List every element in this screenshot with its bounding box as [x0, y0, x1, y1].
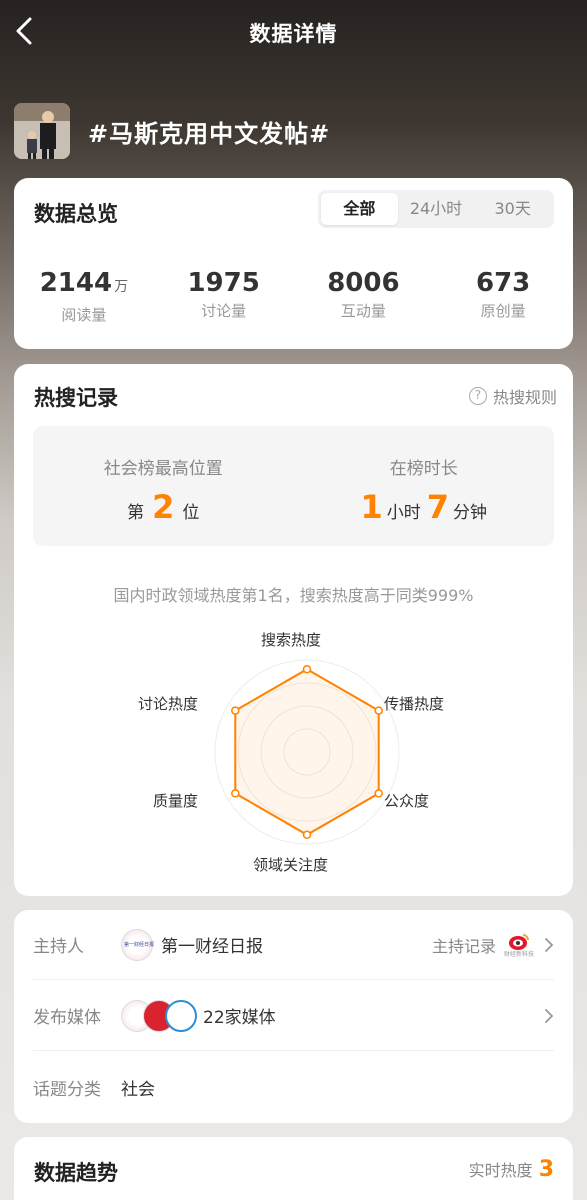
stat-label: 原创量	[480, 302, 526, 320]
radar-label-quality: 质量度	[153, 792, 199, 810]
stat-discussions: 1975 讨论量	[154, 268, 294, 325]
stat-number: 673	[475, 268, 531, 298]
rank-suffix: 位	[182, 503, 200, 523]
media-link[interactable]	[534, 981, 554, 1051]
media-label: 发布媒体	[33, 1008, 101, 1028]
radar-svg	[214, 659, 400, 845]
radar-value-polygon	[234, 668, 380, 836]
live-heat-value: 3	[538, 1157, 554, 1182]
radar-label-discussion: 讨论热度	[138, 695, 199, 713]
stat-reads: 2144 万 阅读量	[14, 268, 154, 325]
stat-number: 1975	[187, 268, 260, 298]
radar-label-domain: 领域关注度	[253, 856, 329, 874]
best-rank-value: 第 2 位	[33, 491, 294, 523]
host-row[interactable]: 主持人 第一财经日报 第一财经日报 主持记录 财经新科技	[33, 910, 554, 980]
duration-value: 1 小时 7 分钟	[294, 491, 555, 523]
hours-unit: 小时	[386, 503, 421, 523]
hot-search-summary: 社会榜最高位置 第 2 位 在榜时长 1 小时 7 分钟	[33, 426, 554, 546]
hot-search-card: 热搜记录 ? 热搜规则 社会榜最高位置 第 2 位 在榜时长 1 小时 7 分钟…	[14, 364, 573, 896]
overview-title: 数据总览	[34, 202, 118, 226]
hot-search-title: 热搜记录	[34, 386, 118, 410]
category-label: 话题分类	[33, 1079, 101, 1100]
host-logo: 第一财经日报	[121, 928, 155, 961]
host-label: 主持人	[33, 937, 84, 957]
best-rank-label: 社会榜最高位置	[103, 459, 223, 479]
best-rank: 社会榜最高位置 第 2 位	[33, 426, 294, 546]
stat-originals: 673 原创量	[433, 268, 573, 325]
stat-value: 1975	[154, 268, 294, 298]
stat-number: 8006	[327, 268, 400, 298]
media-count: 22家媒体	[203, 1008, 276, 1028]
rank-number: 2	[152, 488, 175, 526]
host-record-label: 主持记录	[431, 937, 496, 956]
stat-value: 8006	[294, 268, 434, 298]
host-logo-text: 第一财经日报	[124, 941, 155, 948]
tab-30d[interactable]: 30天	[474, 193, 551, 225]
stat-unit: 万	[114, 279, 129, 295]
radar-point	[302, 664, 312, 674]
trend-title: 数据趋势	[34, 1161, 118, 1185]
minutes-unit: 分钟	[453, 503, 488, 523]
chevron-right-icon	[545, 938, 554, 952]
topic-header: #马斯克用中文发帖#	[14, 103, 330, 159]
rules-label: 热搜规则	[492, 388, 557, 407]
tab-all[interactable]: 全部	[321, 193, 398, 225]
topic-title: #马斯克用中文发帖#	[88, 119, 331, 148]
category-value: 社会	[121, 1079, 155, 1100]
category-row: 话题分类 社会	[33, 1052, 554, 1122]
media-logo-3	[165, 999, 197, 1032]
chevron-right-icon	[545, 1009, 554, 1023]
time-range-tabs: 全部 24小时 30天	[318, 190, 554, 228]
stat-number: 2144	[39, 268, 113, 298]
tab-24h[interactable]: 24小时	[398, 193, 475, 225]
radar-label-search: 搜索热度	[261, 631, 322, 649]
stat-label: 阅读量	[61, 306, 107, 324]
live-heat: 实时热度 3	[469, 1157, 554, 1182]
radar-label-spread: 传播热度	[384, 695, 445, 713]
on-list-duration: 在榜时长 1 小时 7 分钟	[294, 426, 555, 546]
topic-avatar	[14, 103, 70, 159]
host-badge-text: 财经新科技	[503, 950, 534, 958]
stat-value: 673	[433, 268, 573, 298]
heat-radar-chart: 搜索热度 传播热度 公众度 领域关注度 质量度 讨论热度	[114, 622, 474, 882]
overview-stats: 2144 万 阅读量 1975 讨论量 8006 互动量 673 原创量	[14, 268, 573, 325]
radar-point	[302, 830, 312, 840]
media-row[interactable]: 发布媒体 22家媒体	[33, 981, 554, 1051]
radar-label-public: 公众度	[384, 792, 430, 810]
topic-info-card: 主持人 第一财经日报 第一财经日报 主持记录 财经新科技 发布媒体 22家媒体 …	[14, 910, 573, 1123]
top-nav-bar: 数据详情	[0, 0, 587, 64]
hot-search-rules-link[interactable]: ? 热搜规则	[468, 384, 557, 408]
host-record-link[interactable]: 主持记录 财经新科技	[432, 910, 554, 980]
host-record-badge: 财经新科技	[504, 933, 534, 958]
radar-point	[374, 789, 383, 798]
page-title: 数据详情	[249, 22, 338, 46]
duration-minutes: 7	[426, 488, 450, 526]
duration-hours: 1	[360, 488, 383, 526]
radar-point	[231, 706, 240, 715]
host-name: 第一财经日报	[161, 937, 263, 957]
radar-point	[374, 706, 383, 715]
rank-prefix: 第	[127, 503, 145, 523]
overview-card: 数据总览 全部 24小时 30天 2144 万 阅读量 1975 讨论量 8006…	[14, 178, 573, 349]
trend-card: 数据趋势 实时热度 3	[14, 1137, 573, 1200]
stat-label: 互动量	[340, 302, 386, 320]
media-logos	[121, 999, 197, 1032]
stat-interactions: 8006 互动量	[294, 268, 434, 325]
duration-label: 在榜时长	[389, 459, 458, 479]
live-heat-label: 实时热度	[468, 1161, 533, 1180]
stat-label: 讨论量	[201, 302, 247, 320]
heat-ranking-note: 国内时政领域热度第1名，搜索热度高于同类999%	[113, 586, 474, 605]
stat-value: 2144 万	[14, 268, 154, 302]
question-circle-icon: ?	[468, 387, 487, 405]
sina-logo-icon	[508, 933, 529, 950]
radar-point	[231, 789, 240, 798]
